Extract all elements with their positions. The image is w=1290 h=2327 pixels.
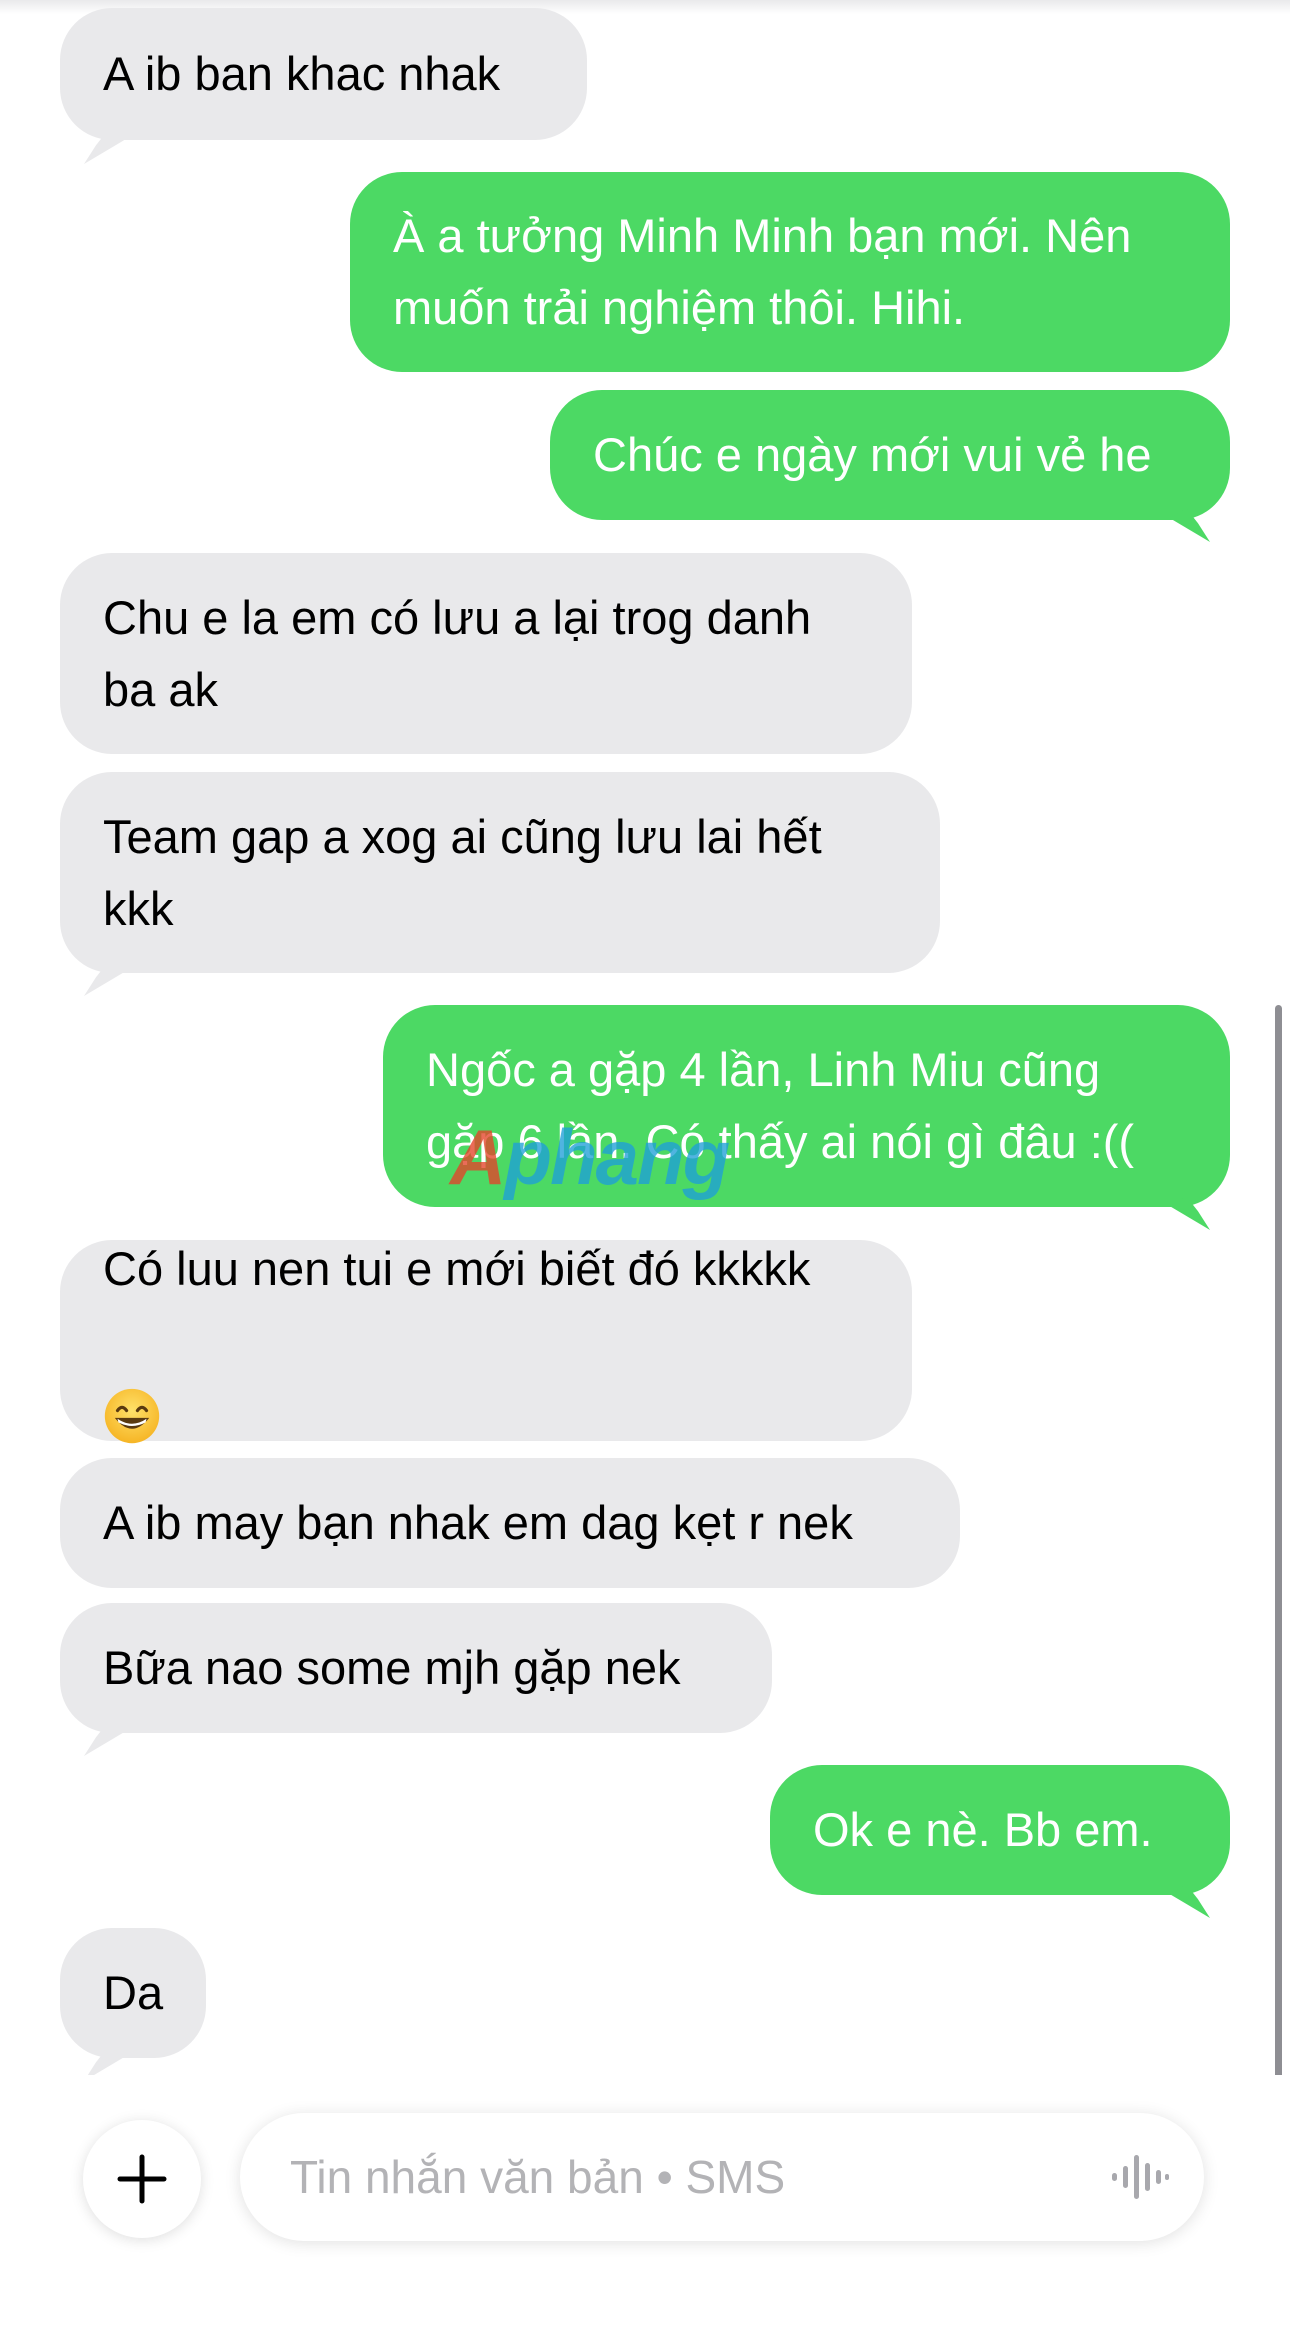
messages-screen: A ib ban khac nhak À a tưởng Minh Minh b… xyxy=(0,0,1290,2327)
outgoing-message[interactable]: Ngốc a gặp 4 lần, Linh Miu cũng gặp 6 lầ… xyxy=(383,1005,1230,1207)
incoming-message[interactable]: A ib may bạn nhak em dag kẹt r nek xyxy=(60,1458,960,1588)
incoming-message[interactable]: Team gap a xog ai cũng lưu lai hết kkk xyxy=(60,772,940,973)
message-input[interactable] xyxy=(290,2137,1090,2217)
waveform-icon[interactable] xyxy=(1110,2151,1170,2203)
incoming-message[interactable]: Chu e la em có lưu a lại trog danh ba ak xyxy=(60,553,912,754)
outgoing-message[interactable]: Chúc e ngày mới vui vẻ he xyxy=(550,390,1230,520)
add-attachment-button[interactable] xyxy=(83,2120,201,2238)
scrollbar[interactable] xyxy=(1275,1005,1282,2100)
message-field[interactable] xyxy=(240,2113,1204,2241)
incoming-message[interactable]: Có luu nen tui e mới biết đó kkkkk xyxy=(60,1240,912,1444)
outgoing-message[interactable]: Ok e nè. Bb em. xyxy=(770,1765,1230,1895)
message-text: Có luu nen tui e mới biết đó kkkkk xyxy=(103,1241,811,1295)
plus-icon xyxy=(117,2154,167,2204)
incoming-message[interactable]: Da xyxy=(60,1928,206,2058)
message-emoji xyxy=(103,1305,869,1449)
outgoing-message[interactable]: À a tưởng Minh Minh bạn mới. Nên muốn tr… xyxy=(350,172,1230,372)
grinning-face-with-smiling-eyes-icon xyxy=(104,1388,160,1444)
incoming-message[interactable]: A ib ban khac nhak xyxy=(60,8,587,140)
incoming-message[interactable]: Bữa nao some mjh gặp nek xyxy=(60,1603,772,1733)
